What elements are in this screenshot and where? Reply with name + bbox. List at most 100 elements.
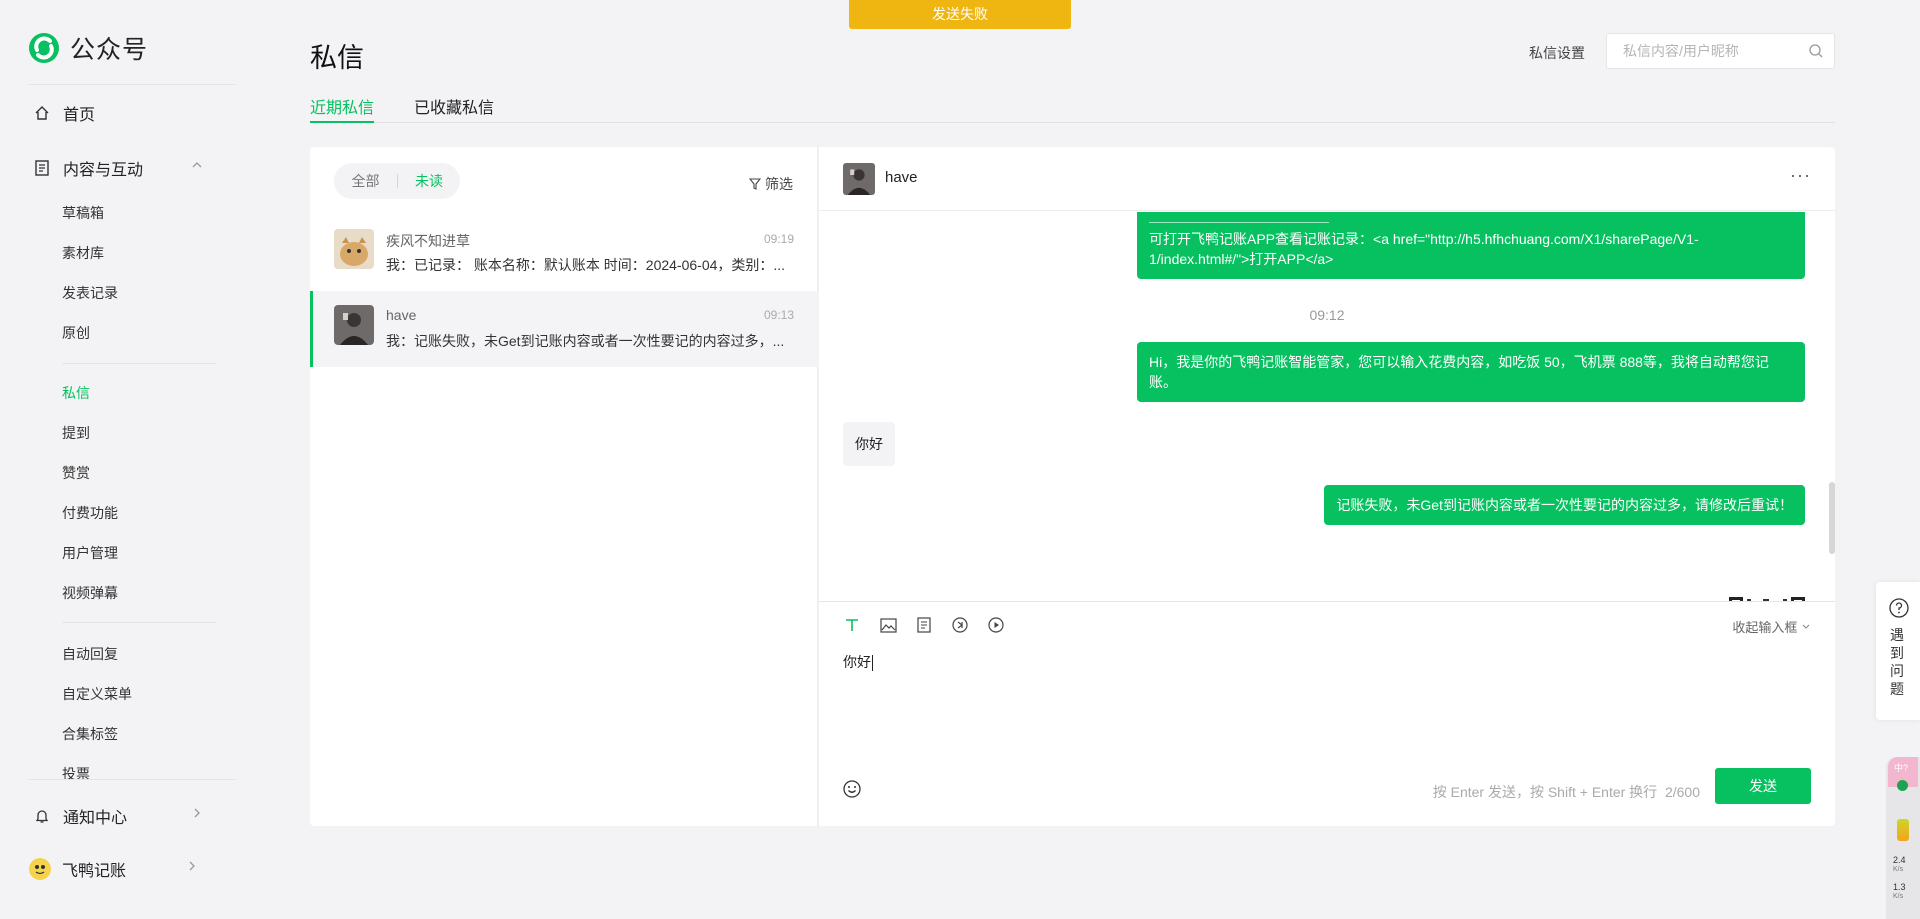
message-text: 记账失败，未Get到记账内容或者一次性要记的内容过多，请修改后重试！	[1336, 497, 1793, 513]
nav-content-group[interactable]: 内容与互动	[33, 156, 203, 180]
sidebar-item-custom-menu[interactable]: 自定义菜单	[62, 684, 132, 704]
home-icon	[33, 104, 51, 122]
chat-header: have ···	[819, 147, 1835, 211]
funnel-icon	[749, 178, 761, 190]
chevron-up-icon	[191, 158, 203, 176]
sidebar-item-auto-reply[interactable]: 自动回复	[62, 644, 118, 664]
filter-button[interactable]: 筛选	[749, 174, 793, 194]
filter-button-label: 筛选	[765, 176, 793, 192]
message-input[interactable]: 你好	[843, 652, 873, 672]
sidebar-item-collection-tags[interactable]: 合集标签	[62, 724, 118, 744]
sidebar-item-messages[interactable]: 私信	[62, 383, 90, 403]
tab-bar: 近期私信 已收藏私信	[310, 94, 1835, 123]
bell-icon	[33, 807, 51, 825]
conversation-time: 09:19	[763, 232, 794, 246]
message-composer: 收起输入框 你好 按 Enter 发送，按 Shift + Enter 换行 2…	[819, 601, 1835, 826]
image-icon[interactable]	[879, 616, 897, 634]
help-widget[interactable]: 遇到问题	[1876, 582, 1920, 720]
sidebar-item-paid-features[interactable]: 付费功能	[62, 503, 118, 523]
divider	[62, 363, 216, 364]
nav-notifications-label: 通知中心	[63, 810, 128, 827]
conversation-list-panel: 全部 未读 筛选 疾风不知进草 09:19 我：已记录： 账本名称：默认账本 时…	[310, 147, 818, 826]
divider	[1149, 222, 1329, 223]
message-thread: 可打开飞鸭记账APP查看记账记录：<a href="http://h5.hfhc…	[819, 212, 1835, 601]
send-hint: 按 Enter 发送，按 Shift + Enter 换行 2/600	[1433, 782, 1700, 802]
conversation-time: 09:13	[763, 308, 794, 322]
avatar	[843, 163, 875, 195]
sidebar-item-drafts[interactable]: 草稿箱	[62, 203, 104, 223]
network-monitor-widget: 中? 2.4 K/s 1.3 K/s	[1886, 757, 1920, 919]
video-icon[interactable]	[987, 616, 1005, 634]
conversation-item[interactable]: have 09:13 我：记账失败，未Get到记账内容或者一次性要记的内容过多，…	[310, 291, 818, 367]
outgoing-message: 记账失败，未Get到记账内容或者一次性要记的内容过多，请修改后重试！	[1324, 485, 1805, 525]
download-rate-unit: K/s	[1893, 893, 1904, 900]
tab-recent-messages[interactable]: 近期私信	[310, 94, 375, 123]
message-text: 你好	[855, 436, 883, 452]
status-dot-icon	[1897, 780, 1908, 791]
conversation-item[interactable]: 疾风不知进草 09:19 我：已记录： 账本名称：默认账本 时间：2024-06…	[310, 215, 818, 291]
sidebar-item-vote[interactable]: 投票	[62, 764, 90, 784]
divider	[28, 84, 236, 85]
outgoing-message: 可打开飞鸭记账APP查看记账记录：<a href="http://h5.hfhc…	[1137, 212, 1805, 279]
sidebar-item-video-danmaku[interactable]: 视频弹幕	[62, 583, 118, 603]
page-title: 私信	[310, 43, 364, 73]
nav-account-label: 飞鸭记账	[62, 863, 127, 880]
upload-rate: 2.4 K/s	[1893, 855, 1906, 875]
tab-starred-messages[interactable]: 已收藏私信	[414, 94, 494, 123]
nav-home[interactable]: 首页	[33, 101, 203, 125]
send-button[interactable]: 发送	[1715, 768, 1811, 804]
wechat-official-logo-icon	[28, 32, 60, 64]
collapse-input-label: 收起输入框	[1732, 620, 1798, 635]
emoji-icon[interactable]	[843, 780, 861, 803]
composer-toolbar	[843, 616, 1005, 634]
nav-home-label: 首页	[63, 107, 96, 124]
avatar	[334, 229, 374, 269]
nav-account[interactable]: 飞鸭记账	[28, 857, 198, 881]
character-count: 2/600	[1664, 784, 1700, 800]
logo[interactable]: 公众号	[28, 30, 148, 66]
chevron-right-icon	[191, 806, 203, 824]
collapse-input-button[interactable]: 收起输入框	[1732, 617, 1811, 636]
more-options-icon[interactable]: ···	[1790, 165, 1811, 186]
sidebar-item-materials[interactable]: 素材库	[62, 243, 104, 263]
nav-notifications[interactable]: 通知中心	[33, 804, 203, 828]
sidebar: 公众号 首页 内容与互动 草稿箱 素材库 发表记录 原创 私信 提到 赞赏 付费…	[0, 0, 236, 919]
question-icon	[1889, 598, 1909, 623]
sidebar-item-mentions[interactable]: 提到	[62, 423, 90, 443]
message-text: 可打开飞鸭记账APP查看记账记录：<a href="http://h5.hfhc…	[1149, 231, 1699, 267]
conversation-name: have	[386, 307, 417, 323]
send-hint-text: 按 Enter 发送，按 Shift + Enter 换行	[1432, 784, 1658, 800]
document-icon	[33, 159, 51, 177]
text-format-icon[interactable]	[843, 616, 861, 634]
upload-rate-value: 2.4	[1893, 855, 1906, 865]
message-input-value: 你好	[843, 654, 871, 670]
text-caret	[872, 655, 873, 672]
nav-content-label: 内容与互动	[63, 162, 144, 179]
download-rate-value: 1.3	[1893, 882, 1906, 892]
chat-user-name: have	[885, 169, 918, 186]
search-input[interactable]	[1607, 34, 1797, 68]
send-failed-toast: 发送失败	[849, 0, 1071, 29]
account-avatar	[28, 857, 52, 881]
chevron-down-icon	[1801, 620, 1811, 635]
sidebar-item-rewards[interactable]: 赞赏	[62, 463, 90, 483]
audio-icon[interactable]	[951, 616, 969, 634]
chat-panel: have ··· 可打开飞鸭记账APP查看记账记录：<a href="http:…	[819, 147, 1835, 826]
upload-rate-unit: K/s	[1893, 866, 1904, 873]
conversation-name: 疾风不知进草	[386, 233, 470, 249]
download-rate: 1.3 K/s	[1893, 882, 1906, 902]
filter-all-button[interactable]: 全部	[334, 171, 397, 191]
search-icon[interactable]	[1808, 43, 1824, 64]
conversation-preview: 我：记账失败，未Get到记账内容或者一次性要记的内容过多，...	[386, 333, 785, 349]
incoming-message: 你好	[843, 422, 895, 466]
divider	[62, 622, 216, 623]
sidebar-item-publish-records[interactable]: 发表记录	[62, 283, 118, 303]
outgoing-message: Hi，我是你的飞鸭记账智能管家，您可以输入花费内容，如吃饭 50，飞机票 888…	[1137, 342, 1805, 402]
sidebar-item-user-management[interactable]: 用户管理	[62, 543, 118, 563]
scrollbar[interactable]	[1829, 482, 1835, 554]
message-settings-link[interactable]: 私信设置	[1529, 43, 1585, 63]
article-icon[interactable]	[915, 616, 933, 634]
sidebar-item-original[interactable]: 原创	[62, 323, 90, 343]
filter-unread-button[interactable]: 未读	[398, 171, 460, 191]
conversation-preview: 我：已记录： 账本名称：默认账本 时间：2024-06-04，类别：...	[386, 257, 786, 273]
